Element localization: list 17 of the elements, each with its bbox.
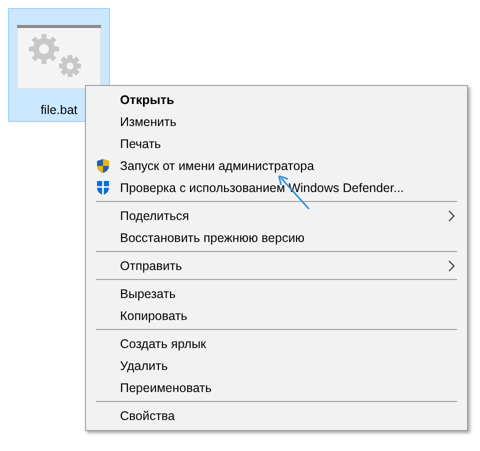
menu-item[interactable]: Восстановить прежнюю версию	[88, 227, 465, 249]
menu-item[interactable]: Вырезать	[88, 283, 465, 305]
menu-item[interactable]: Переименовать	[88, 377, 465, 399]
menu-item[interactable]: Запуск от имени администратора	[88, 155, 465, 177]
menu-item[interactable]: Свойства	[88, 405, 465, 427]
menu-item[interactable]: Отправить	[88, 255, 465, 277]
file-name: file.bat	[40, 102, 78, 119]
chevron-right-icon	[448, 210, 455, 222]
menu-item[interactable]: Удалить	[88, 355, 465, 377]
file-icon-tile[interactable]: file.bat	[8, 8, 110, 122]
shield-icon	[95, 180, 111, 196]
menu-item[interactable]: Создать ярлык	[88, 333, 465, 355]
chevron-right-icon	[448, 260, 455, 272]
menu-item[interactable]: Копировать	[88, 305, 465, 327]
shield-icon	[95, 158, 111, 174]
menu-item[interactable]: Печать	[88, 133, 465, 155]
menu-item[interactable]: Поделиться	[88, 205, 465, 227]
